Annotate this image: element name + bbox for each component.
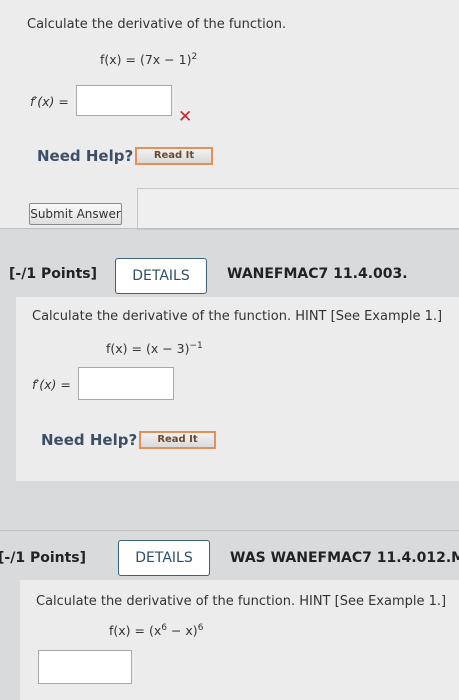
question-1-panel: Calculate the derivative of the function… (0, 0, 459, 230)
q1-answer-input[interactable] (76, 85, 172, 116)
q2-read-it-button[interactable]: Read It (139, 431, 216, 449)
divider (0, 530, 459, 531)
q1-submit-answer-button[interactable]: Submit Answer (29, 203, 122, 225)
q2-function-exponent: −1 (189, 341, 203, 351)
q2-function: f(x) = (x − 3)−1 (106, 341, 203, 357)
q2-details-button[interactable]: DETAILS (115, 258, 207, 294)
q1-need-help: Need Help? (37, 147, 134, 165)
q1-read-it-button[interactable]: Read It (135, 147, 213, 165)
q1-function-exponent: 2 (191, 52, 198, 62)
q1-prompt: Calculate the derivative of the function… (27, 17, 287, 32)
q2-prompt: Calculate the derivative of the function… (32, 309, 443, 324)
q2-answer-label: f′(x) = (32, 377, 71, 392)
divider (0, 228, 459, 229)
x-mark-icon: ✕ (178, 107, 193, 127)
q2-answer-input[interactable] (78, 367, 174, 400)
q1-answer-label: f′(x) = (30, 94, 69, 109)
q3-answer-input[interactable] (38, 650, 132, 684)
q3-points: [-/1 Points] (0, 550, 87, 566)
q2-assignment-code: WANEFMAC7 11.4.003. (227, 266, 408, 282)
q1-function: f(x) = (7x − 1)2 (100, 52, 198, 68)
q3-details-button[interactable]: DETAILS (118, 540, 210, 576)
question-2-panel: Calculate the derivative of the function… (16, 297, 459, 481)
question-3-panel: Calculate the derivative of the function… (20, 580, 459, 700)
q1-feedback-box (137, 188, 459, 230)
q3-function-exponent: 6 (197, 623, 204, 633)
q3-assignment-code: WAS WANEFMAC7 11.4.012.MI (230, 550, 459, 566)
q2-need-help: Need Help? (41, 431, 138, 449)
q3-prompt: Calculate the derivative of the function… (36, 594, 447, 609)
q3-function: f(x) = (x6 − x)6 (109, 623, 204, 639)
q2-points: [-/1 Points] (9, 266, 98, 282)
